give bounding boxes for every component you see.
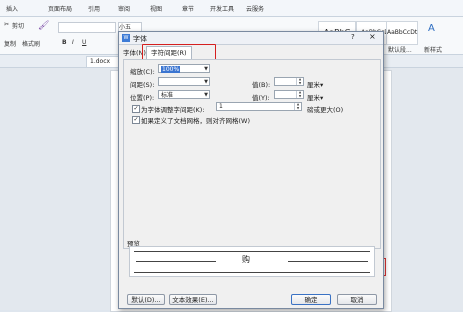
scale-value: 100%	[161, 66, 181, 73]
ribbon-tab-insert[interactable]: 插入	[6, 4, 18, 13]
help-button[interactable]: ?	[351, 33, 355, 41]
default-button[interactable]: 默认(D)...	[127, 294, 165, 305]
font-name-combo[interactable]	[58, 22, 116, 33]
ribbon-tab-developer[interactable]: 开发工具	[210, 4, 234, 13]
spacing-amount-field[interactable]: ▲ ▼	[274, 77, 304, 86]
position-combo[interactable]: 标准 ▼	[158, 90, 210, 99]
spacing-combo[interactable]: ▼	[158, 77, 210, 86]
preview-border-bottom	[134, 272, 370, 273]
spin-buttons[interactable]: ▲ ▼	[296, 90, 303, 98]
cut-button[interactable]: 剪切	[12, 21, 24, 30]
snap-grid-label: 如果定义了文档网格，则对齐网格(W)	[141, 117, 250, 125]
ribbon-tab-chapter[interactable]: 章节	[182, 4, 194, 13]
scale-label: 缩放(C):	[130, 68, 155, 76]
spin-buttons[interactable]: ▲ ▼	[296, 77, 303, 85]
ribbon-tab-cloud[interactable]: 云服务	[246, 4, 264, 13]
ok-button[interactable]: 确定	[291, 294, 331, 305]
preview-text: 购	[242, 255, 250, 264]
spacing-label: 间距(S):	[130, 81, 155, 89]
format-painter-icon[interactable]: 🖌	[38, 21, 49, 31]
ribbon-tab-bar: 插入 页面布局 引用 审阅 视图 章节 开发工具 云服务	[0, 0, 463, 17]
ribbon-tab-page-layout[interactable]: 页面布局	[48, 4, 72, 13]
new-style-button[interactable]: 新样式	[424, 45, 442, 54]
spacing-tab-panel: 缩放(C): 100% ▼ 间距(S): ▼ 值(B): ▲ ▼ 厘米▾ 位置(P…	[123, 59, 381, 249]
chevron-down-icon: ▼	[204, 92, 208, 98]
ribbon-tab-references[interactable]: 引用	[88, 4, 100, 13]
dialog-title: 字体	[133, 35, 147, 43]
position-value: 标准	[161, 92, 174, 99]
kerning-field[interactable]: 1 ▲ ▼	[216, 102, 302, 111]
new-style-icon[interactable]: A	[428, 23, 435, 34]
bold-icon[interactable]: B	[62, 39, 67, 46]
cancel-button[interactable]: 取消	[337, 294, 377, 305]
scale-combo[interactable]: 100% ▼	[158, 64, 210, 73]
style-body[interactable]: AaBbCcDt	[386, 21, 418, 45]
chevron-down-icon: ▼	[204, 66, 208, 72]
snap-grid-checkbox[interactable]: ✓	[132, 116, 140, 124]
font-dialog: W 字体 ? × 字体(N) 字符间距(R) 缩放(C): 100% ▼ 间距(…	[118, 31, 384, 309]
position-amount-label: 值(Y):	[252, 94, 270, 102]
kerning-value: 1	[219, 103, 223, 110]
italic-icon[interactable]: I	[72, 39, 74, 46]
ribbon-tab-view[interactable]: 视图	[150, 4, 162, 13]
text-effects-button[interactable]: 文本效果(E)...	[169, 294, 217, 305]
app-icon: W	[122, 34, 130, 42]
preview-border-top	[134, 251, 370, 252]
default-paragraph-font-button[interactable]: 默认段...	[388, 45, 412, 54]
ribbon-tab-review[interactable]: 审阅	[118, 4, 130, 13]
preview-line-left	[136, 261, 216, 262]
preview-line-right	[288, 261, 368, 262]
cut-icon[interactable]: ✂	[4, 21, 9, 28]
close-button[interactable]: ×	[369, 32, 376, 41]
position-amount-field[interactable]: ▲ ▼	[274, 90, 304, 99]
preview-box: 购	[129, 246, 375, 277]
spin-buttons[interactable]: ▲ ▼	[294, 102, 301, 110]
spacing-amount-label: 值(B):	[252, 81, 271, 89]
format-painter-button[interactable]: 格式刷	[22, 39, 40, 48]
position-unit[interactable]: 厘米▾	[307, 92, 323, 102]
copy-button[interactable]: 复制	[4, 39, 16, 48]
chevron-down-icon: ▼	[204, 79, 208, 85]
kerning-label: 为字体调整字间距(K):	[141, 106, 205, 114]
underline-icon[interactable]: U	[82, 39, 86, 46]
kerning-suffix: 磅或更大(O)	[307, 106, 344, 114]
spacing-unit[interactable]: 厘米▾	[307, 79, 323, 89]
kerning-checkbox[interactable]: ✓	[132, 105, 140, 113]
position-label: 位置(P):	[130, 94, 155, 102]
